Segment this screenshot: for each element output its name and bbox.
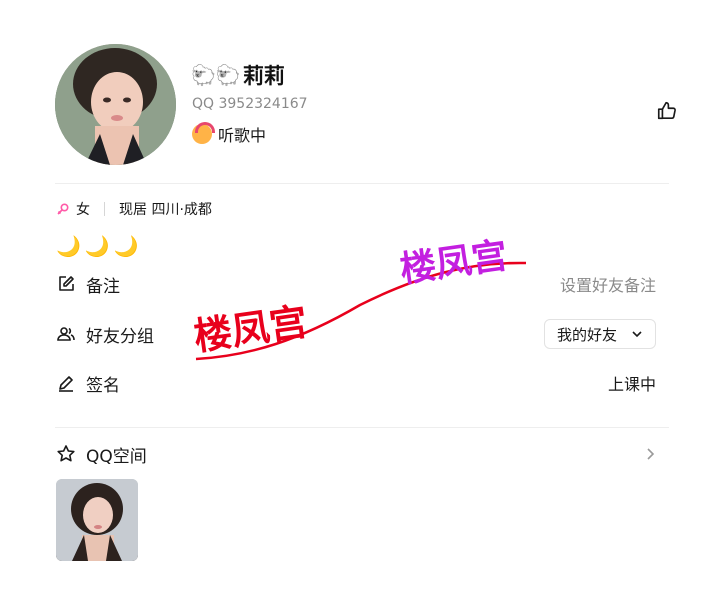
- thumbs-up-icon[interactable]: [656, 100, 678, 122]
- profile-info-row: 女 现居 四川·成都: [56, 199, 212, 219]
- avatar[interactable]: [55, 44, 176, 165]
- qzone-photo-thumbnail[interactable]: [56, 479, 138, 561]
- pen-icon: [59, 376, 73, 392]
- friend-group-select[interactable]: 我的好友: [543, 319, 656, 349]
- remark-value[interactable]: 设置好友备注: [560, 272, 656, 296]
- signature-row: 签名 上课中: [56, 368, 656, 398]
- chevron-down-icon: [632, 331, 642, 338]
- gender-text: 女: [76, 202, 90, 218]
- female-icon: [57, 203, 69, 215]
- divider: [55, 427, 669, 428]
- group-value: 我的好友: [556, 325, 617, 344]
- nickname: 🐑🐑 莉莉: [191, 60, 285, 90]
- remark-row[interactable]: 备注 设置好友备注: [56, 269, 656, 299]
- level-moons: 🌙🌙🌙: [56, 234, 143, 258]
- friend-group-row: 好友分组 我的好友: [56, 319, 656, 349]
- divider: [55, 183, 669, 184]
- qzone-label: QQ空间: [86, 446, 147, 467]
- sheep-emoji: 🐑🐑: [191, 63, 241, 87]
- nickname-text: 莉莉: [242, 64, 285, 88]
- qzone-row[interactable]: QQ空间: [56, 439, 656, 469]
- star-icon: [57, 445, 75, 462]
- group-label: 好友分组: [86, 326, 154, 347]
- qq-number: QQ 3952324167: [192, 96, 308, 112]
- location-text: 现居 四川·成都: [119, 202, 212, 218]
- headphones-face-icon: [192, 122, 215, 144]
- info-separator: [104, 202, 105, 216]
- signature-label: 签名: [86, 375, 120, 396]
- online-status[interactable]: 听歌中: [192, 122, 266, 146]
- remark-label: 备注: [86, 276, 120, 297]
- edit-note-icon: [59, 276, 74, 291]
- users-icon: [57, 327, 75, 341]
- signature-value: 上课中: [607, 375, 656, 394]
- chevron-right-icon: [647, 448, 655, 460]
- status-text: 听歌中: [218, 126, 267, 145]
